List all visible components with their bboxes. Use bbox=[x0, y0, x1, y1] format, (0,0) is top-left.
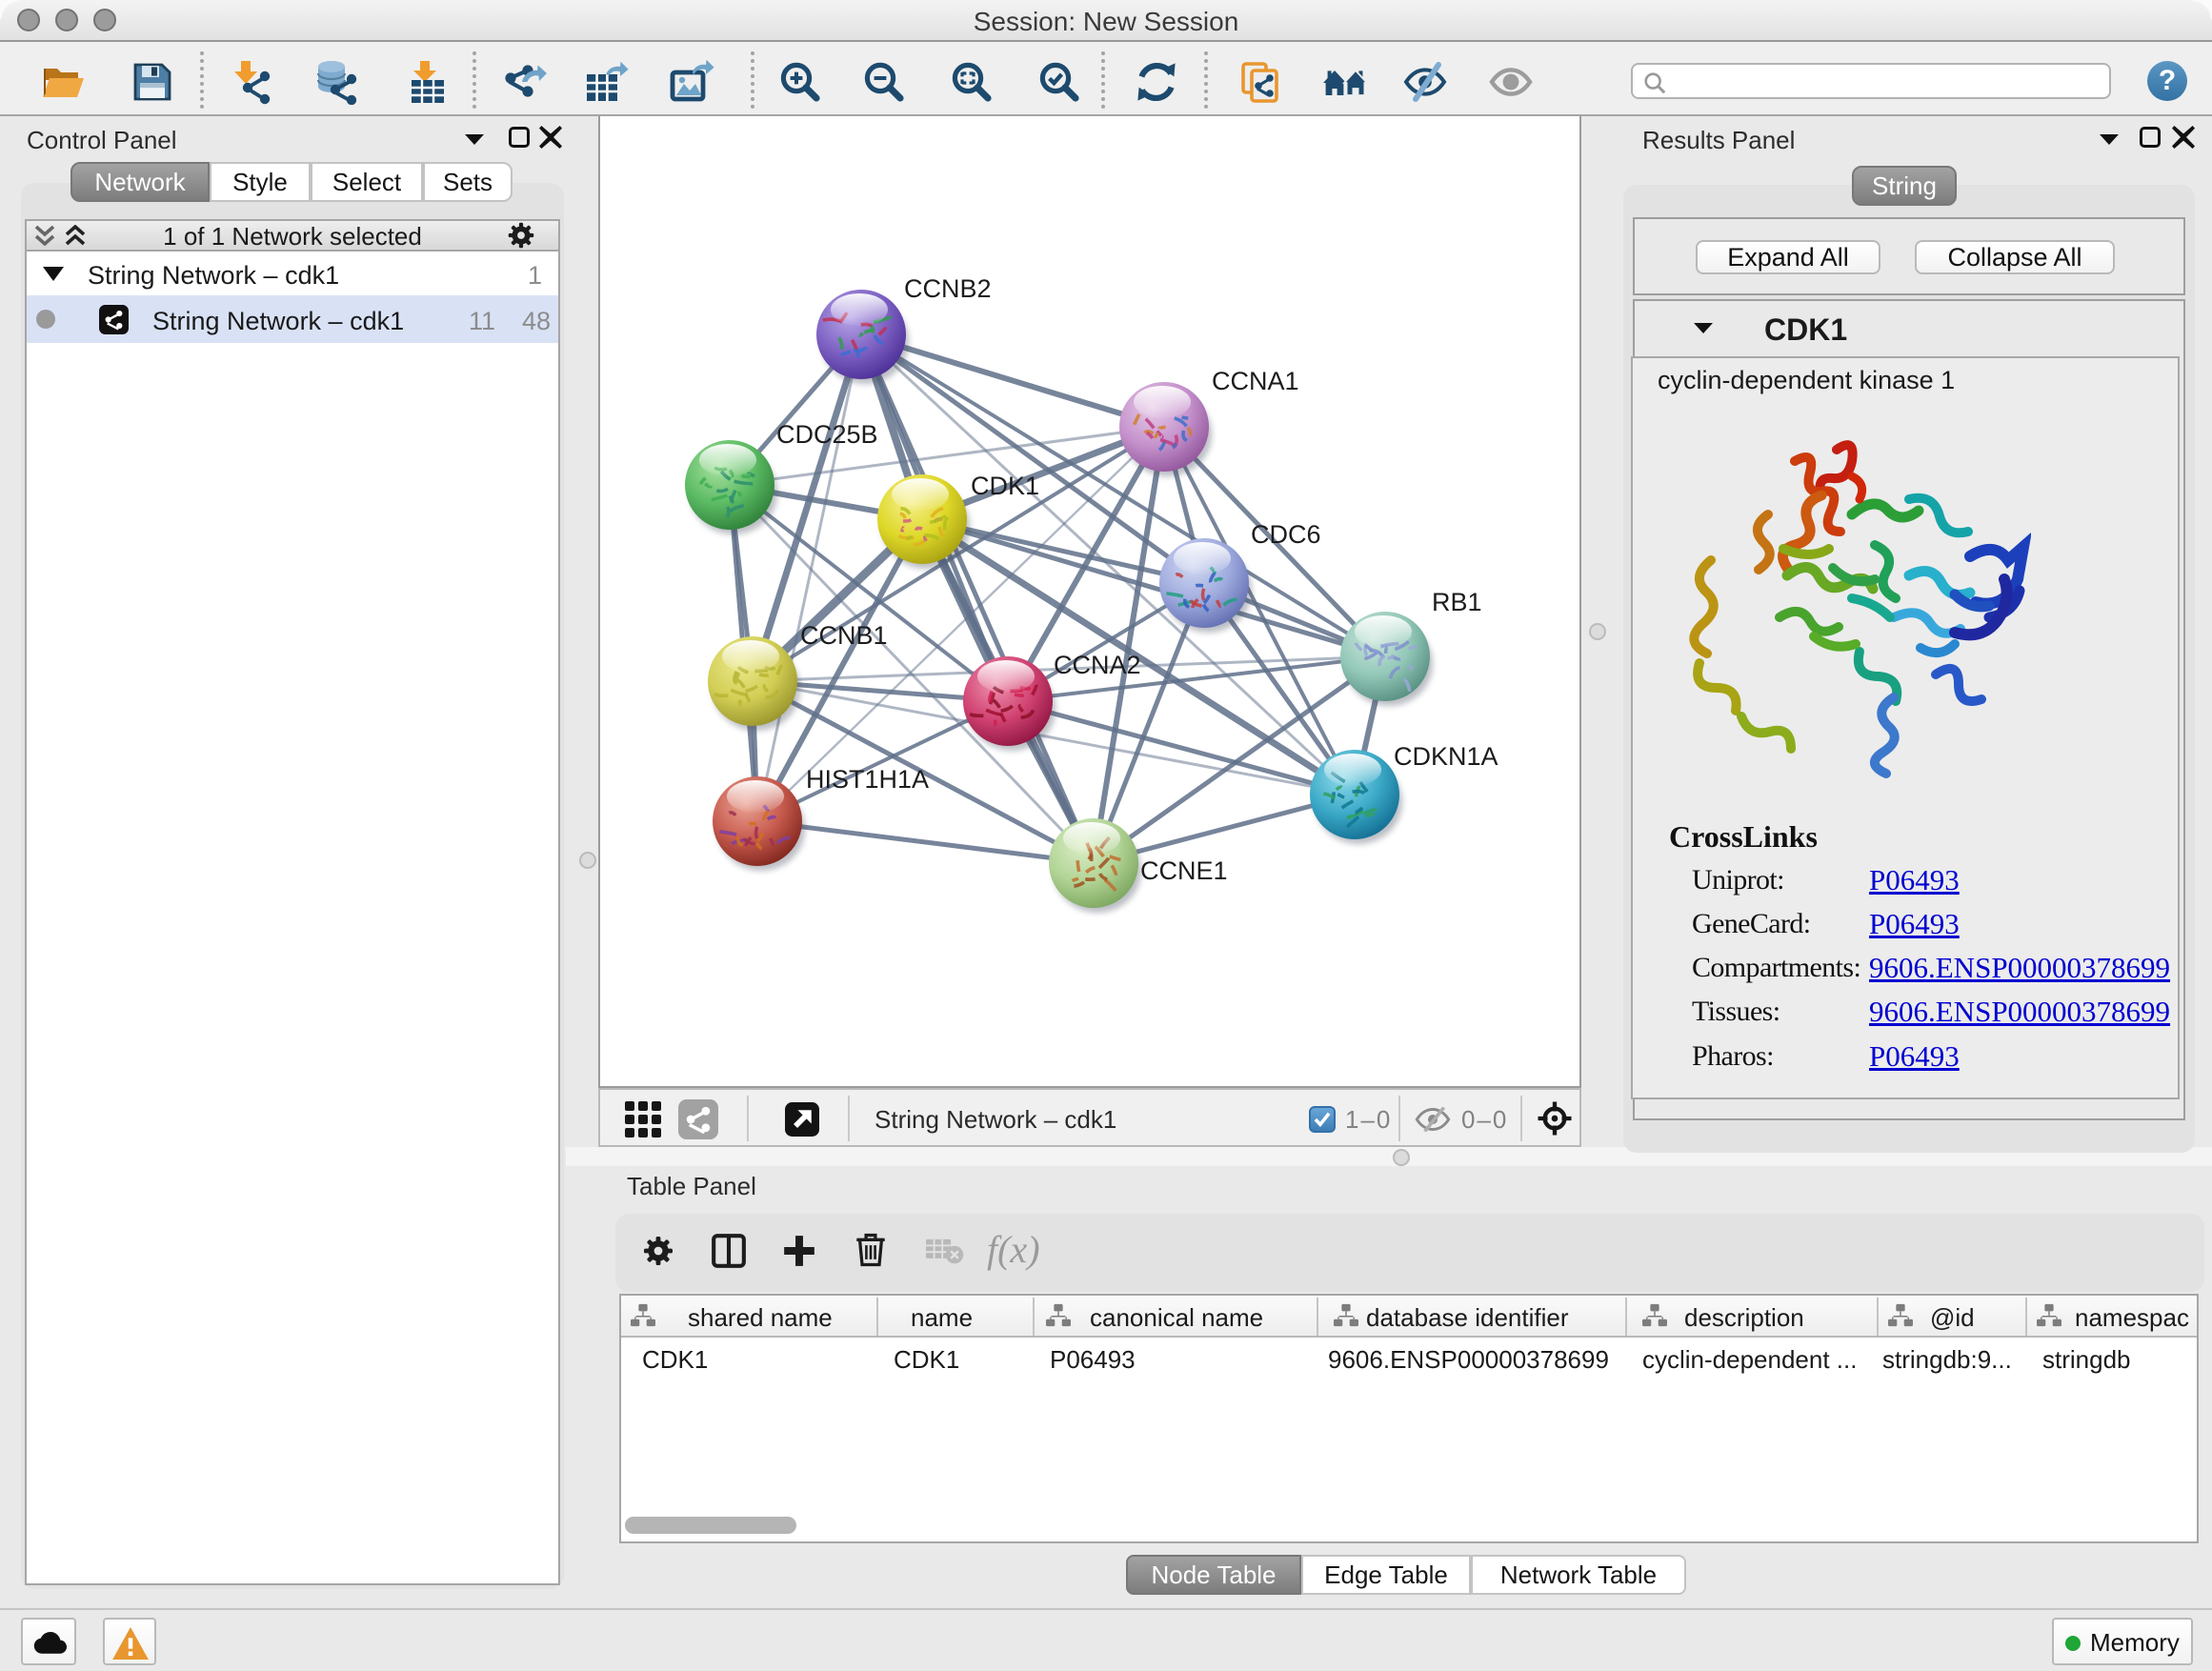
svg-text:RB1: RB1 bbox=[1432, 588, 1482, 616]
svg-text:CDC6: CDC6 bbox=[1251, 520, 1321, 549]
svg-text:CDC25B: CDC25B bbox=[776, 420, 878, 449]
svg-text:CCNB2: CCNB2 bbox=[904, 274, 992, 303]
svg-text:CCNA1: CCNA1 bbox=[1212, 367, 1299, 395]
svg-text:CDKN1A: CDKN1A bbox=[1394, 742, 1498, 771]
svg-text:CCNA2: CCNA2 bbox=[1054, 651, 1141, 679]
svg-text:CCNE1: CCNE1 bbox=[1140, 856, 1228, 885]
svg-text:CCNB1: CCNB1 bbox=[800, 621, 888, 650]
svg-text:CDK1: CDK1 bbox=[971, 472, 1039, 500]
svg-text:HIST1H1A: HIST1H1A bbox=[806, 765, 929, 794]
